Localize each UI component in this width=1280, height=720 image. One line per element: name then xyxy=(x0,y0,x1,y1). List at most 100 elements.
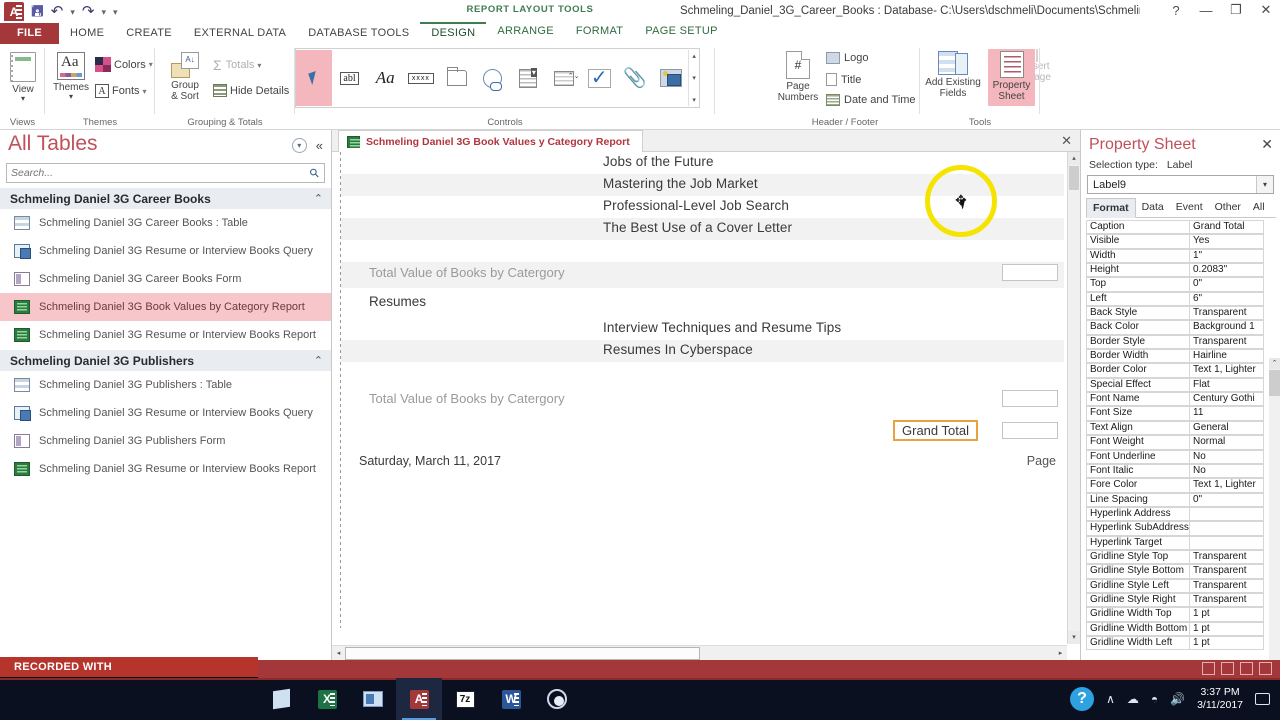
property-value[interactable]: 0" xyxy=(1190,277,1264,292)
property-value[interactable]: Text 1, Lighter xyxy=(1190,363,1264,378)
button-control-icon[interactable]: xxxx xyxy=(403,50,439,106)
fonts-caret-icon[interactable]: ▾ xyxy=(143,87,147,96)
save-icon[interactable]: 🖪 xyxy=(31,2,44,22)
book-title[interactable]: The Best Use of a Cover Letter xyxy=(603,220,792,235)
logo-button[interactable]: Logo xyxy=(826,52,868,64)
excel-icon[interactable]: X xyxy=(304,678,350,720)
report-grand-total-row[interactable]: Grand Total xyxy=(341,416,1064,448)
seven-zip-icon[interactable]: 7z xyxy=(442,678,488,720)
word-icon[interactable]: W xyxy=(488,678,534,720)
page-numbers-button[interactable]: # Page Numbers xyxy=(772,51,824,103)
property-value[interactable]: Yes xyxy=(1190,234,1264,249)
help-button[interactable]: ? xyxy=(1168,3,1184,18)
nav-item-career-books-table[interactable]: Schmeling Daniel 3G Career Books : Table xyxy=(0,209,331,237)
scroll-right-icon[interactable]: ▸ xyxy=(1054,649,1067,657)
property-value[interactable]: Transparent xyxy=(1190,592,1264,608)
tab-data[interactable]: Data xyxy=(1136,198,1170,217)
search-input[interactable] xyxy=(11,167,320,179)
property-value[interactable]: Normal xyxy=(1190,435,1264,450)
volume-icon[interactable]: 🔊 xyxy=(1170,692,1185,706)
property-value[interactable]: Text 1, Lighter xyxy=(1190,478,1264,493)
totals-button[interactable]: Σ Totals ▾ xyxy=(213,57,261,73)
redo-caret-icon[interactable]: ▾ xyxy=(101,2,106,22)
chevron-up-icon[interactable]: ⌃ xyxy=(314,354,323,367)
gallery-more-icon[interactable]: ▾ xyxy=(692,96,696,104)
property-value[interactable]: 0" xyxy=(1190,492,1264,507)
property-value[interactable]: No xyxy=(1190,449,1264,464)
report-canvas[interactable]: Jobs of the Future Mastering the Job Mar… xyxy=(332,152,1080,644)
network-icon[interactable]: ◓ xyxy=(1151,692,1158,706)
image-control-icon[interactable] xyxy=(653,50,689,106)
tab-other[interactable]: Other xyxy=(1209,198,1247,217)
property-value[interactable] xyxy=(1190,521,1264,536)
book-title[interactable]: Mastering the Job Market xyxy=(603,176,758,191)
show-hidden-icons-icon[interactable]: ∧ xyxy=(1106,692,1115,706)
group-total-label[interactable]: Total Value of Books by Catergory xyxy=(369,265,565,280)
access-icon[interactable]: A xyxy=(396,678,442,720)
nav-item-publishers-resume-query[interactable]: Schmeling Daniel 3G Resume or Interview … xyxy=(0,399,331,427)
book-title[interactable]: Resumes In Cyberspace xyxy=(603,342,753,357)
nav-dropdown-icon[interactable]: ▾ xyxy=(291,138,307,153)
vertical-scroll-thumb[interactable] xyxy=(1069,166,1079,190)
tab-design[interactable]: DESIGN xyxy=(420,22,487,44)
property-value[interactable]: 6" xyxy=(1190,291,1264,307)
chevron-up-icon[interactable]: ⌃ xyxy=(314,192,323,205)
publisher-icon[interactable] xyxy=(350,678,396,720)
minimize-button[interactable]: — xyxy=(1198,3,1214,18)
design-view-icon[interactable] xyxy=(1259,662,1272,675)
object-selector-combo[interactable]: Label9 ▾ xyxy=(1087,175,1274,194)
view-button[interactable]: View ▾ xyxy=(6,52,40,104)
property-value[interactable]: 11 xyxy=(1190,406,1264,421)
nav-item-publishers-table[interactable]: Schmeling Daniel 3G Publishers : Table xyxy=(0,371,331,399)
property-value[interactable]: Century Gothi xyxy=(1190,392,1264,407)
property-value[interactable]: 1 pt xyxy=(1190,635,1264,651)
property-value[interactable]: 1" xyxy=(1190,248,1264,264)
colors-button[interactable]: Colors ▾ xyxy=(95,57,153,72)
close-document-icon[interactable]: ✕ xyxy=(1061,133,1072,149)
scroll-left-icon[interactable]: ◂ xyxy=(332,649,345,657)
property-value[interactable]: Transparent xyxy=(1190,564,1264,579)
gallery-down-icon[interactable]: ▾ xyxy=(692,74,696,82)
action-center-icon[interactable] xyxy=(1255,693,1270,705)
help-icon[interactable]: ? xyxy=(1070,687,1095,711)
attachment-control-icon[interactable]: 📎 xyxy=(617,50,653,106)
screencast-recorder-icon[interactable] xyxy=(534,678,580,720)
undo-icon[interactable]: ↶ xyxy=(51,2,64,22)
close-property-sheet-icon[interactable]: ✕ xyxy=(1261,136,1273,153)
report-vertical-scrollbar[interactable]: ▴ ▾ xyxy=(1067,152,1080,644)
tab-format[interactable]: FORMAT xyxy=(565,22,634,44)
print-preview-icon[interactable] xyxy=(1221,662,1234,675)
nav-group-header-career-books[interactable]: Schmeling Daniel 3G Career Books ⌃ xyxy=(0,187,331,209)
controls-gallery[interactable]: abl Aa xxxx ✓ 📎 ▴ ▾ ▾ xyxy=(295,48,700,108)
nav-group-header-publishers[interactable]: Schmeling Daniel 3G Publishers ⌃ xyxy=(0,349,331,371)
group-total-label[interactable]: Total Value of Books by Catergory xyxy=(369,391,565,406)
property-value[interactable]: Transparent xyxy=(1190,306,1264,321)
tab-format[interactable]: Format xyxy=(1086,198,1136,218)
nav-item-resume-books-report[interactable]: Schmeling Daniel 3G Resume or Interview … xyxy=(0,321,331,349)
group-total-value-box[interactable] xyxy=(1002,390,1058,407)
tab-external-data[interactable]: EXTERNAL DATA xyxy=(183,24,297,44)
close-button[interactable]: ✕ xyxy=(1258,2,1274,18)
fonts-button[interactable]: A Fonts ▾ xyxy=(95,84,147,98)
report-group-total-row[interactable]: Total Value of Books by Catergory xyxy=(341,388,1064,416)
date-and-time-button[interactable]: Date and Time xyxy=(826,94,916,106)
report-detail-row[interactable]: Resumes In Cyberspace xyxy=(341,340,1064,362)
nav-item-career-books-form[interactable]: Schmeling Daniel 3G Career Books Form xyxy=(0,265,331,293)
layout-view-icon[interactable] xyxy=(1240,662,1253,675)
scroll-down-icon[interactable]: ▾ xyxy=(1068,631,1080,644)
text-box-control-icon[interactable]: abl xyxy=(332,50,368,106)
sticky-notes-icon[interactable] xyxy=(258,678,304,720)
customize-qat-icon[interactable]: ▾ xyxy=(113,2,118,22)
tab-arrange[interactable]: ARRANGE xyxy=(486,22,565,44)
report-detail-row[interactable]: Interview Techniques and Resume Tips xyxy=(341,318,1064,340)
onedrive-icon[interactable]: ☁ xyxy=(1127,692,1139,706)
nav-item-publishers-resume-report[interactable]: Schmeling Daniel 3G Resume or Interview … xyxy=(0,455,331,483)
tab-control-icon[interactable] xyxy=(439,50,475,106)
scroll-up-icon[interactable]: ⌃ xyxy=(1269,358,1280,369)
themes-button[interactable]: Themes ▾ xyxy=(49,52,93,102)
book-title[interactable]: Jobs of the Future xyxy=(603,154,714,169)
property-value[interactable]: Transparent xyxy=(1190,578,1264,593)
chevron-down-icon[interactable]: ▾ xyxy=(1256,176,1273,193)
grand-total-value-box[interactable] xyxy=(1002,422,1058,439)
tab-all[interactable]: All xyxy=(1247,198,1271,217)
